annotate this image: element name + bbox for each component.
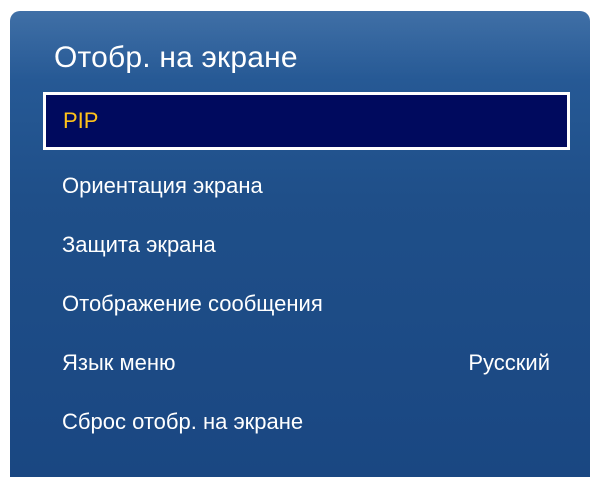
menu-item-label: PIP [63,108,99,133]
menu-item-label: Защита экрана [62,231,216,257]
menu-item-label: Язык меню [62,349,176,375]
menu-item-value: Русский [468,349,550,375]
menu-item-screen-orientation[interactable]: Ориентация экрана [10,156,590,215]
menu-item-menu-language[interactable]: Язык меню Русский [10,333,590,392]
menu-item-message-display[interactable]: Отображение сообщения [10,274,590,333]
menu-item-label: Ориентация экрана [62,172,263,198]
menu-item-pip[interactable]: PIP [43,92,570,150]
menu-item-label: Сброс отобр. на экране [62,408,304,434]
menu-item-screen-protection[interactable]: Защита экрана [10,215,590,274]
menu-list: PIP Ориентация экрана Защита экрана Отоб… [10,92,590,451]
menu-item-reset-osd[interactable]: Сброс отобр. на экране [10,392,590,451]
menu-item-label: Отображение сообщения [62,290,323,316]
osd-menu-panel: Отобр. на экране PIP Ориентация экрана З… [10,11,590,477]
panel-title: Отобр. на экране [54,41,298,74]
